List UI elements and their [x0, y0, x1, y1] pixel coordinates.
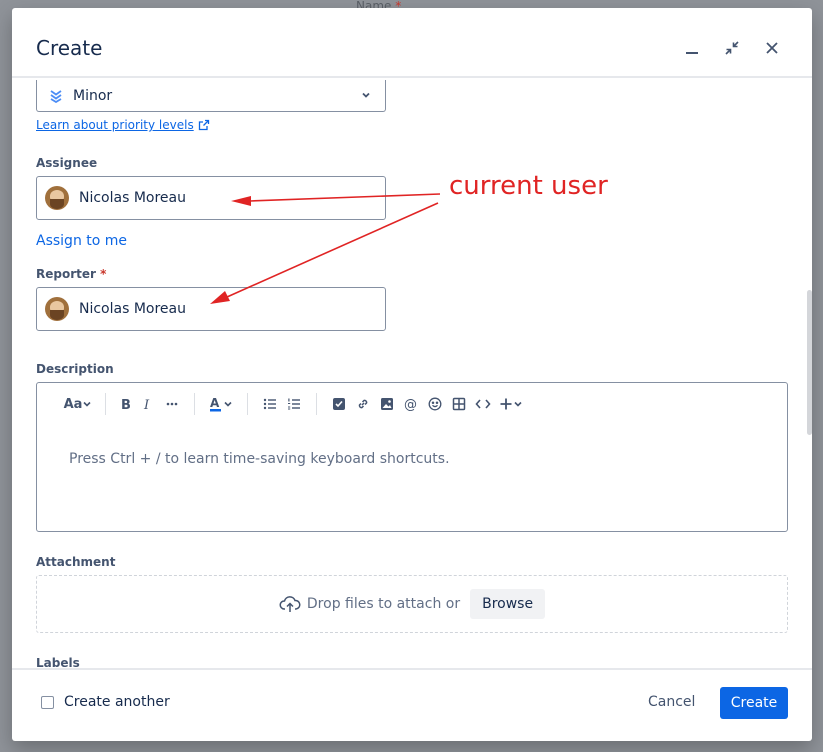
table-button[interactable] — [447, 393, 471, 415]
labels-label: Labels — [36, 656, 80, 668]
image-button[interactable] — [375, 393, 399, 415]
collapse-button[interactable] — [720, 36, 744, 60]
link-icon — [358, 399, 368, 409]
dialog-body: Minor Learn about priority levels Assign… — [12, 80, 812, 668]
create-dialog: Create Minor Learn about priority levels… — [12, 8, 812, 741]
assignee-label: Assignee — [36, 156, 98, 170]
toolbar-divider — [316, 393, 317, 415]
drop-files-text: Drop files to attach or — [306, 596, 461, 612]
text-color-icon: A — [210, 396, 221, 412]
plus-icon — [500, 398, 512, 410]
priority-minor-icon — [50, 89, 62, 103]
toolbar-divider — [194, 393, 195, 415]
text-style-button[interactable]: Aa — [61, 393, 95, 415]
bullet-list-button[interactable] — [258, 393, 282, 415]
priority-value: Minor — [73, 87, 113, 104]
bold-button[interactable]: B — [116, 393, 136, 415]
cloud-upload-icon — [279, 596, 301, 612]
numbered-list-icon — [288, 398, 300, 410]
more-icon — [166, 402, 178, 406]
toolbar-divider — [105, 393, 106, 415]
insert-more-button[interactable] — [495, 393, 527, 415]
create-button[interactable]: Create — [720, 687, 788, 719]
external-link-icon — [198, 119, 209, 131]
emoji-button[interactable] — [423, 393, 447, 415]
description-placeholder: Press Ctrl + / to learn time-saving keyb… — [69, 451, 450, 467]
minimize-icon — [686, 52, 698, 54]
more-formatting-button[interactable] — [160, 393, 184, 415]
italic-button[interactable]: I — [136, 393, 160, 415]
svg-text:B: B — [121, 398, 131, 411]
text-style-label: Aa — [63, 396, 83, 412]
table-icon — [452, 397, 466, 411]
reporter-field[interactable]: Nicolas Moreau — [36, 287, 386, 331]
chevron-down-icon — [514, 401, 522, 407]
annotation-text: current user — [449, 171, 608, 201]
emoji-icon — [428, 397, 442, 411]
avatar — [45, 297, 69, 321]
chevron-down-icon — [224, 401, 232, 407]
chevron-down-icon — [362, 92, 370, 98]
assignee-name: Nicolas Moreau — [79, 190, 186, 206]
close-icon — [766, 42, 778, 54]
close-button[interactable] — [760, 36, 784, 60]
svg-text:@: @ — [404, 398, 417, 412]
priority-levels-link[interactable]: Learn about priority levels — [36, 118, 210, 132]
body-scrollbar[interactable] — [807, 290, 812, 435]
browse-button[interactable]: Browse — [470, 589, 546, 619]
reporter-label: Reporter * — [36, 267, 107, 281]
dialog-footer: Create another Cancel Create — [12, 668, 812, 741]
create-another-option[interactable]: Create another — [41, 694, 170, 710]
numbered-list-button[interactable] — [282, 393, 306, 415]
attachment-label: Attachment — [36, 555, 116, 569]
code-icon — [475, 399, 491, 409]
image-icon — [381, 398, 393, 410]
priority-levels-link-label: Learn about priority levels — [36, 118, 194, 132]
avatar — [45, 186, 69, 210]
mention-button[interactable]: @ — [399, 393, 423, 415]
create-another-checkbox[interactable] — [41, 695, 54, 709]
assign-to-me-link[interactable]: Assign to me — [36, 233, 127, 249]
svg-text:A: A — [210, 396, 220, 410]
minimize-button[interactable] — [680, 36, 704, 60]
toolbar-divider — [247, 393, 248, 415]
italic-icon: I — [143, 398, 150, 411]
description-editor[interactable]: Aa B I A @ Press Ctrl + / to learn time-… — [36, 382, 788, 532]
svg-text:I: I — [143, 398, 150, 411]
dialog-header: Create — [12, 8, 812, 78]
checkbox-icon — [333, 398, 345, 410]
priority-select[interactable]: Minor — [36, 80, 386, 112]
editor-toolbar: Aa B I A @ — [61, 393, 527, 415]
code-button[interactable] — [471, 393, 495, 415]
cancel-button[interactable]: Cancel — [636, 686, 707, 718]
dialog-title: Create — [36, 36, 103, 60]
bullet-list-icon — [263, 398, 276, 410]
chevron-down-icon — [83, 401, 91, 407]
link-button[interactable] — [351, 393, 375, 415]
description-label: Description — [36, 362, 114, 376]
bold-icon: B — [121, 398, 131, 411]
collapse-arrows-icon — [725, 41, 739, 55]
assignee-field[interactable]: Nicolas Moreau — [36, 176, 386, 220]
text-color-button[interactable]: A — [205, 393, 237, 415]
mention-icon: @ — [404, 398, 417, 412]
attachment-dropzone[interactable]: Drop files to attach or Browse — [36, 575, 788, 633]
reporter-name: Nicolas Moreau — [79, 301, 186, 317]
create-another-label: Create another — [64, 694, 170, 710]
action-item-button[interactable] — [327, 393, 351, 415]
